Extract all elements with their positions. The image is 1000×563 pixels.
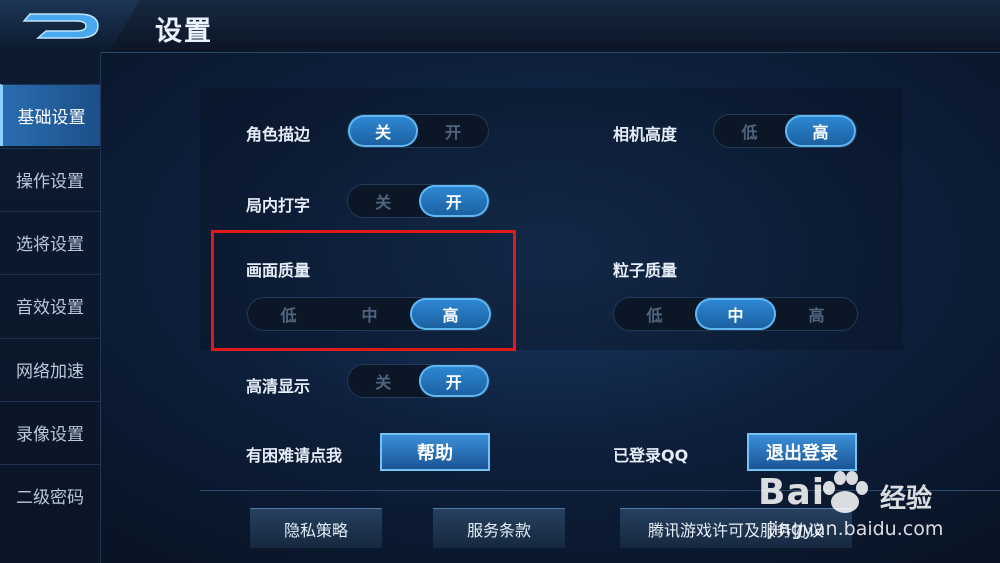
- particle-low-option[interactable]: 低: [614, 298, 695, 330]
- watermark-url: jingyan.baidu.com: [768, 518, 944, 540]
- watermark-brand: Bai: [758, 472, 826, 513]
- hd-toggle[interactable]: 关 开: [347, 364, 490, 398]
- outline-label: 角色描边: [246, 125, 311, 144]
- page-title: 设置: [155, 16, 213, 47]
- terms-button[interactable]: 服务条款: [433, 508, 565, 548]
- header-bar: 设置: [0, 0, 1000, 53]
- sidebar-item-hero-select[interactable]: 选将设置: [0, 211, 100, 273]
- hd-on-option[interactable]: 开: [418, 365, 489, 397]
- hd-label: 高清显示: [246, 377, 311, 396]
- chat-on-option[interactable]: 开: [418, 185, 489, 217]
- logo-tab[interactable]: [0, 0, 140, 52]
- outline-on-option[interactable]: 开: [418, 115, 488, 147]
- sidebar-item-password[interactable]: 二级密码: [0, 464, 100, 526]
- hd-off-option[interactable]: 关: [348, 365, 419, 397]
- chat-toggle[interactable]: 关 开: [347, 184, 490, 218]
- help-button[interactable]: 帮助: [380, 433, 490, 471]
- help-label: 有困难请点我: [246, 446, 343, 465]
- sidebar-item-network[interactable]: 网络加速: [0, 338, 100, 400]
- privacy-button[interactable]: 隐私策略: [250, 508, 382, 548]
- watermark-brand2: 经验: [880, 484, 933, 514]
- chat-off-option[interactable]: 关: [348, 185, 419, 217]
- account-label: 已登录QQ: [613, 446, 689, 465]
- particle-high-option[interactable]: 高: [776, 298, 857, 330]
- sidebar-item-basic[interactable]: 基础设置: [0, 84, 100, 146]
- particle-toggle[interactable]: 低 中 高: [613, 297, 858, 331]
- logout-button[interactable]: 退出登录: [747, 433, 857, 471]
- chat-label: 局内打字: [246, 196, 311, 215]
- outline-toggle[interactable]: 关 开: [347, 114, 489, 148]
- sidebar: 基础设置 操作设置 选将设置 音效设置 网络加速 录像设置 二级密码: [0, 52, 101, 563]
- highlight-box: [211, 230, 516, 351]
- camera-toggle[interactable]: 低 高: [713, 114, 857, 148]
- outline-off-option[interactable]: 关: [348, 115, 418, 147]
- particle-label: 粒子质量: [613, 261, 678, 280]
- sidebar-item-recording[interactable]: 录像设置: [0, 401, 100, 463]
- sidebar-item-audio[interactable]: 音效设置: [0, 274, 100, 336]
- camera-label: 相机高度: [613, 125, 678, 144]
- camera-high-option[interactable]: 高: [785, 115, 856, 147]
- camera-low-option[interactable]: 低: [714, 115, 785, 147]
- sidebar-item-controls[interactable]: 操作设置: [0, 148, 100, 210]
- d-logo-icon: [22, 13, 99, 39]
- particle-mid-option[interactable]: 中: [695, 298, 776, 330]
